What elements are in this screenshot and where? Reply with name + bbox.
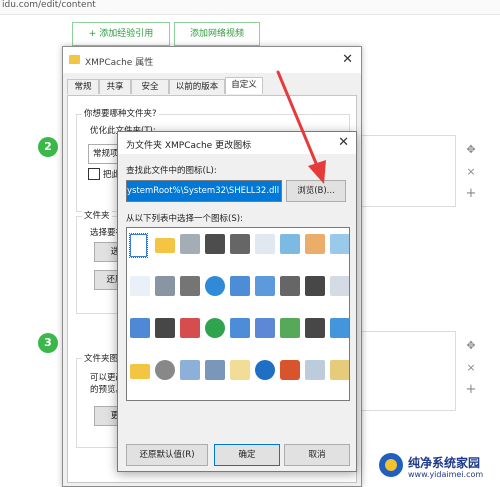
arrow-shaft <box>276 70 320 170</box>
arrow-head <box>308 160 326 184</box>
annotation-arrow <box>276 70 326 184</box>
watermark: 纯净系统家园 www.yidaimei.com <box>374 450 500 482</box>
watermark-logo-icon <box>379 453 403 477</box>
watermark-url: www.yidaimei.com <box>408 470 484 479</box>
watermark-title: 纯净系统家园 <box>408 456 481 470</box>
